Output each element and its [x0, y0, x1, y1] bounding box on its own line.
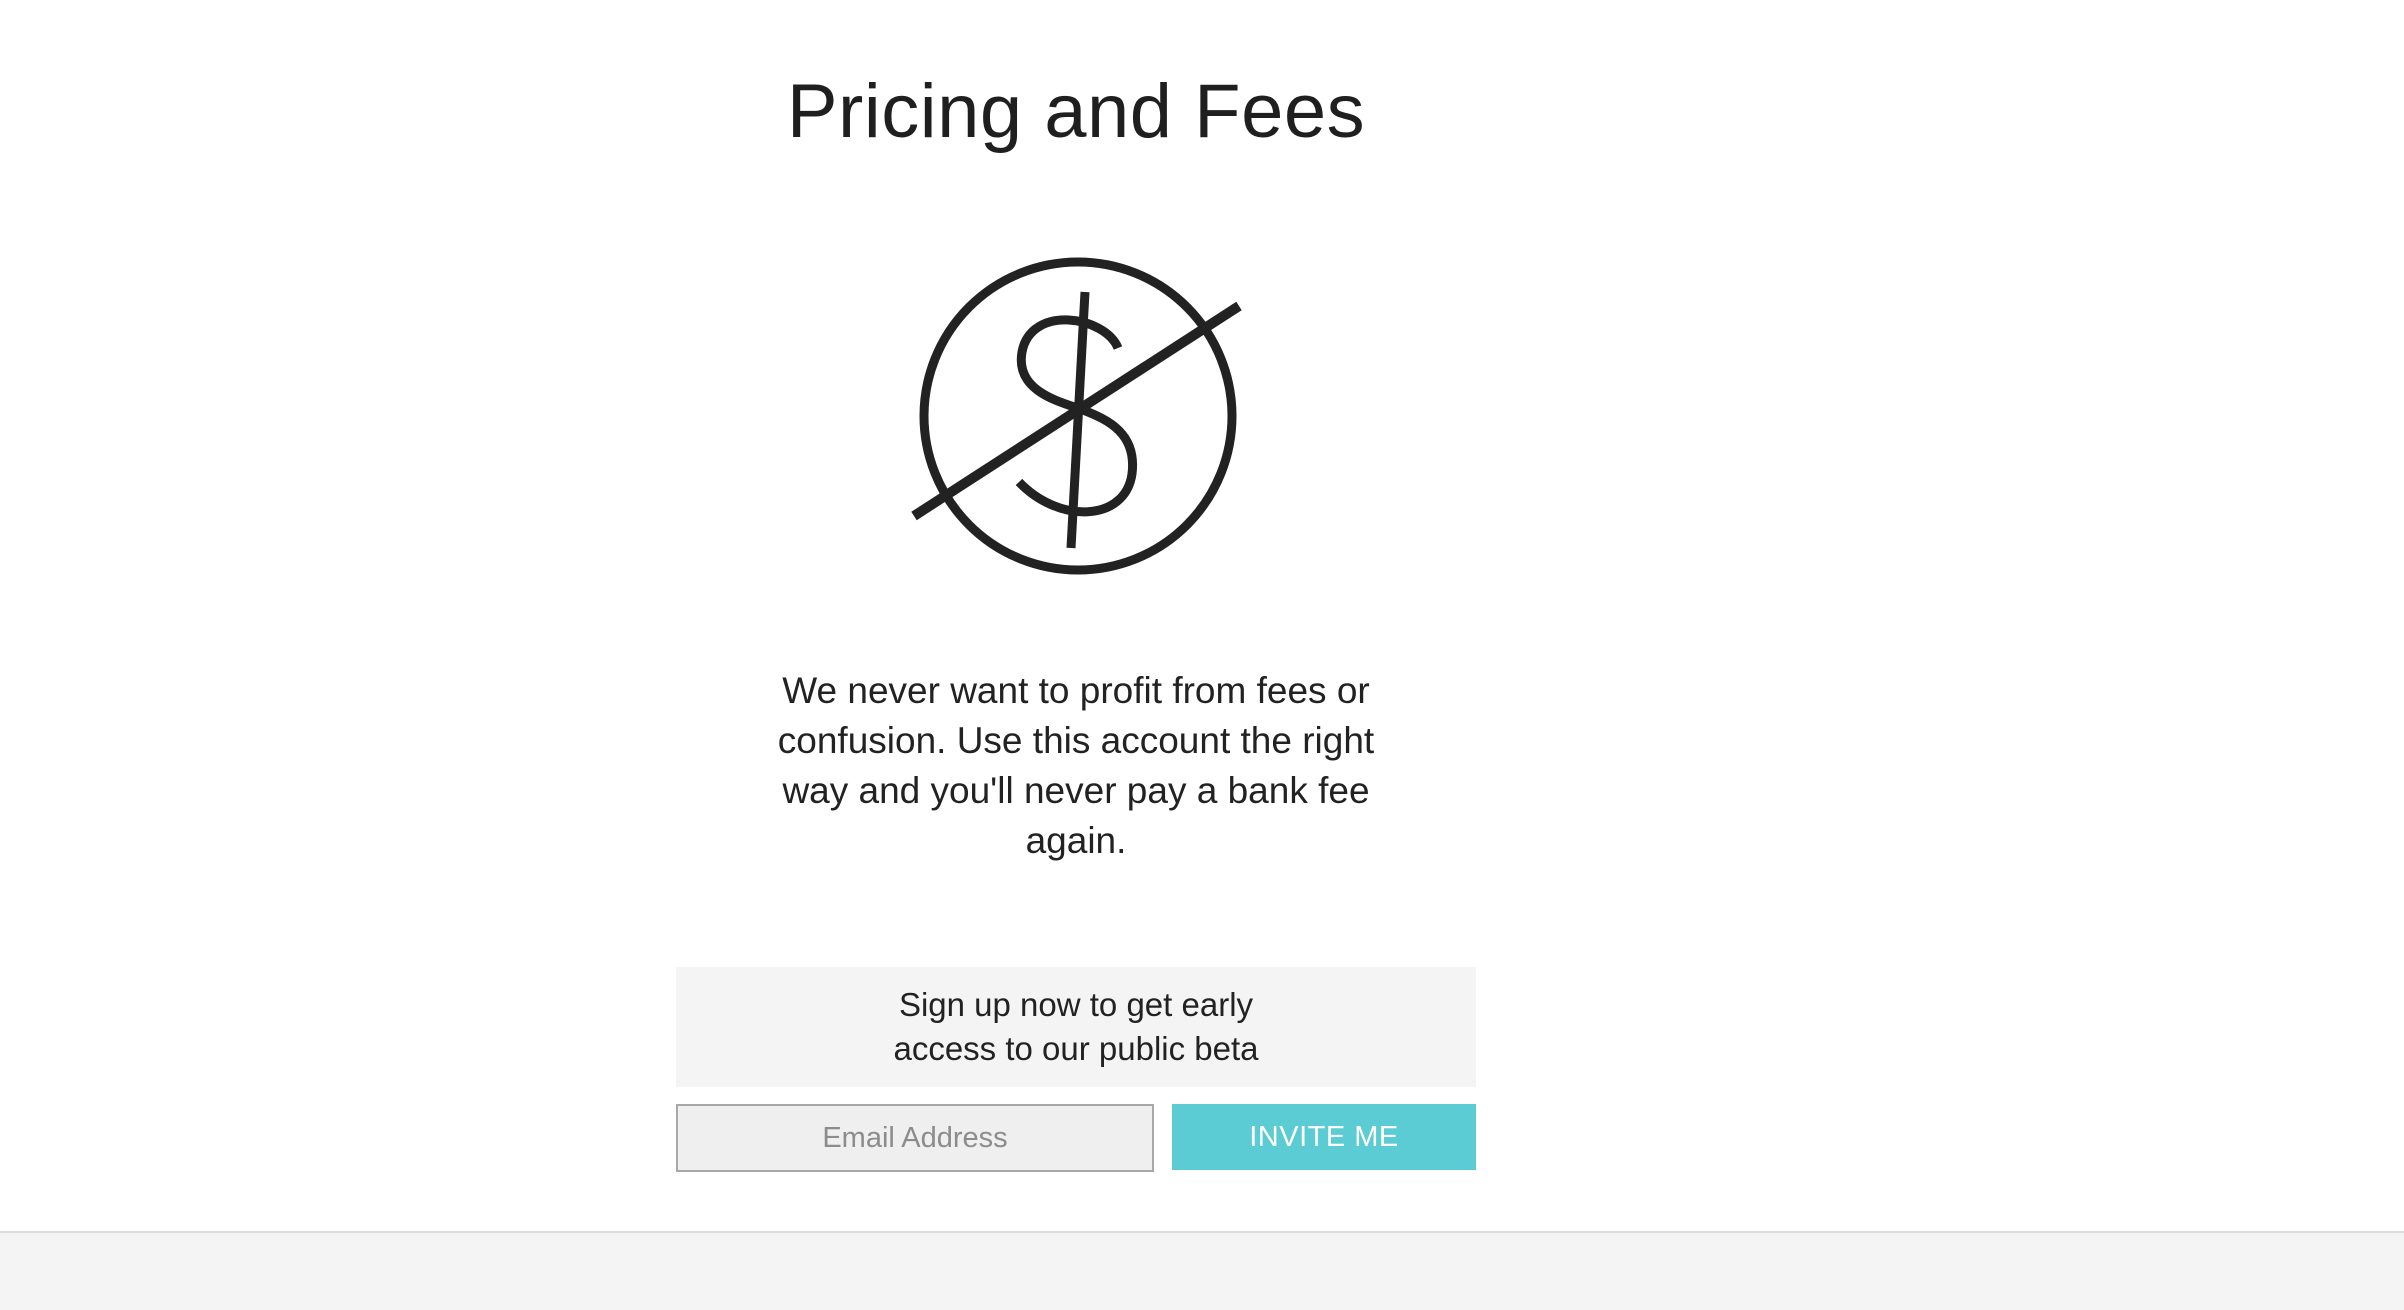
signup-prompt-text: Sign up now to get early access to our p…	[893, 986, 1259, 1067]
fee-description: We never want to profit from fees or con…	[777, 670, 1375, 861]
email-field[interactable]	[676, 1104, 1154, 1172]
pricing-section: Pricing and Fees We never want to profit…	[0, 0, 2404, 1232]
no-dollar-icon	[911, 257, 1242, 575]
footer	[0, 1231, 2404, 1310]
signup-prompt-box: Sign up now to get early access to our p…	[676, 967, 1476, 1087]
page-title: Pricing and Fees	[786, 69, 1366, 154]
invite-me-button[interactable]: INVITE ME	[1172, 1104, 1476, 1170]
